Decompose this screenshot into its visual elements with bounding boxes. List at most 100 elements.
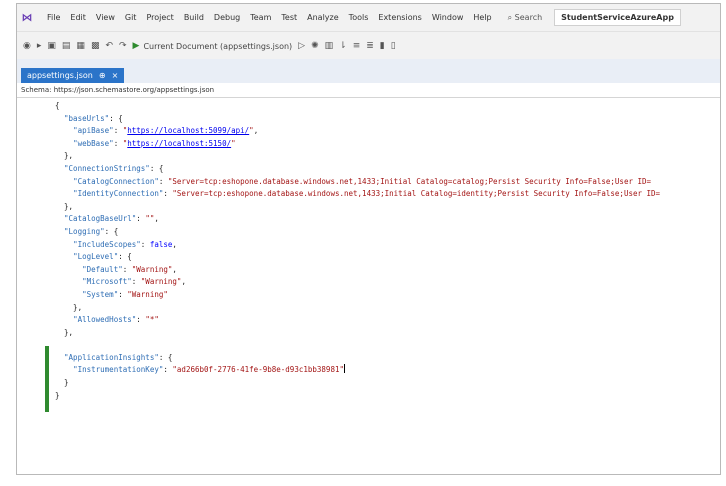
menu-view[interactable]: View [96,13,115,22]
forward-icon[interactable]: ▸ [37,41,42,51]
code-line[interactable] [55,339,660,352]
code-editor[interactable]: { "baseUrls": { "apiBase": "https://loca… [17,98,720,474]
ide-window: ⋈ File Edit View Git Project Build Debug… [16,3,721,475]
menu-window[interactable]: Window [432,13,464,22]
code-token: , [172,239,177,249]
code-line[interactable]: }, [55,201,660,214]
code-line[interactable]: "Default": "Warning", [55,264,660,277]
toolbar: ◉ ▸ ▣ ▤ ▦ ▩ ↶ ↷ ▶ Current Document (apps… [17,31,720,60]
open-file-icon[interactable]: ▤ [62,41,71,51]
code-line[interactable]: "IncludeScopes": false, [55,239,660,252]
code-lines[interactable]: { "baseUrls": { "apiBase": "https://loca… [55,100,660,402]
code-line[interactable]: "baseUrls": { [55,113,660,126]
code-line[interactable]: }, [55,302,660,315]
menu-project[interactable]: Project [146,13,173,22]
code-line[interactable]: "CatalogConnection": "Server=tcp:eshopon… [55,176,660,189]
code-token: : [136,214,146,224]
visual-studio-logo-icon: ⋈ [21,11,33,24]
schema-bar[interactable]: Schema: https://json.schemastore.org/app… [17,83,720,98]
menu-git[interactable]: Git [125,13,137,22]
menu-help[interactable]: Help [473,13,491,22]
code-token: : [131,277,141,287]
code-token: "Warning" [140,277,182,287]
code-token: "LogLevel" [73,252,119,262]
run-without-debugging-icon[interactable]: ▷ [298,41,305,51]
document-tab-strip: appsettings.json ⊕ × [17,59,720,83]
save-all-icon[interactable]: ▩ [91,41,100,51]
search-label: Search [514,12,543,22]
menu-test[interactable]: Test [281,13,297,22]
code-token: "Server=tcp:eshopone.database.windows.ne… [167,176,652,186]
menu-extensions[interactable]: Extensions [378,13,421,22]
menu-edit[interactable]: Edit [70,13,86,22]
close-icon[interactable]: × [112,71,119,80]
menu-analyze[interactable]: Analyze [307,13,339,22]
pin-icon[interactable]: ⊕ [99,71,106,80]
code-token: } [55,390,60,400]
search-box[interactable]: ⌕ Search [508,13,543,23]
code-token: : [113,138,123,148]
code-line[interactable]: }, [55,150,660,163]
comment-icon[interactable]: ≡ [353,41,361,51]
code-line[interactable]: "CatalogBaseUrl": "", [55,213,660,226]
code-token: "Default" [82,264,123,274]
tab-appsettings[interactable]: appsettings.json ⊕ × [21,68,125,83]
code-line[interactable]: "InstrumentationKey": "ad266b0f-2776-41f… [55,364,660,377]
code-line[interactable]: "ApplicationInsights": { [55,352,660,365]
code-line[interactable]: } [55,390,660,403]
code-token: "*" [145,315,159,325]
bookmark-icon[interactable]: ▮ [380,41,385,51]
code-line[interactable]: "AllowedHosts": "*" [55,314,660,327]
code-line[interactable]: "apiBase": "https://localhost:5099/api/"… [55,125,660,138]
back-icon[interactable]: ◉ [23,41,31,51]
code-token: : { [109,113,123,123]
editor-gutter [17,98,51,474]
menu-tools[interactable]: Tools [349,13,369,22]
code-token: "AllowedHosts" [73,315,137,325]
code-line[interactable]: "webBase": "https://localhost:5150/" [55,138,660,151]
code-line[interactable]: "IdentityConnection": "Server=tcp:eshopo… [55,188,660,201]
code-token: : { [149,163,164,173]
start-debugging-icon[interactable]: ▶ [133,41,140,51]
code-line[interactable]: { [55,100,660,113]
breakpoint-icon[interactable]: ▥ [325,41,334,51]
code-line[interactable]: } [55,377,660,390]
uncomment-icon[interactable]: ≣ [366,41,374,51]
menu-debug[interactable]: Debug [214,13,240,22]
code-line[interactable]: "LogLevel": { [55,251,660,264]
menu-build[interactable]: Build [184,13,204,22]
step-over-icon[interactable]: ⇂ [339,41,347,51]
code-token: : { [158,352,173,362]
code-token: }, [55,327,74,337]
text-caret [344,364,345,374]
code-token: }, [55,302,83,312]
code-line[interactable]: }, [55,327,660,340]
code-line[interactable]: "Logging": { [55,226,660,239]
menu-team[interactable]: Team [250,13,271,22]
save-icon[interactable]: ▦ [76,41,85,51]
code-line[interactable]: "System": "Warning" [55,289,660,302]
run-target-dropdown[interactable]: Current Document (appsettings.json) [143,42,292,51]
bookmark-next-icon[interactable]: ▯ [391,41,396,51]
code-token: : [140,239,150,249]
code-line[interactable]: "ConnectionStrings": { [55,163,660,176]
menu-file[interactable]: File [47,13,60,22]
new-project-icon[interactable]: ▣ [47,41,56,51]
undo-icon[interactable]: ↶ [105,41,113,51]
code-line[interactable]: "Microsoft": "Warning", [55,276,660,289]
search-icon: ⌕ [507,12,513,22]
code-token: "Microsoft" [82,277,132,287]
tab-label: appsettings.json [27,71,93,80]
redo-icon[interactable]: ↷ [119,41,127,51]
hot-reload-icon[interactable]: ✺ [311,41,319,51]
code-token: { [55,101,60,110]
code-token: " [231,138,236,148]
code-token: : [113,126,123,136]
